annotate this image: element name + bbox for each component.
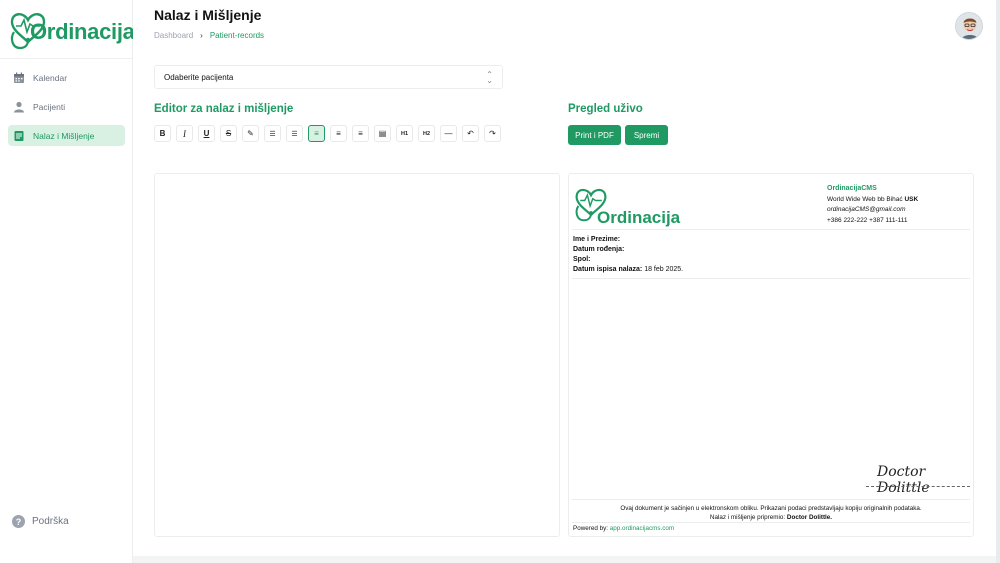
highlight-button[interactable]: ✎ (242, 125, 259, 142)
editor-heading: Editor za nalaz i mišljenje (154, 103, 294, 115)
redo-icon: ↷ (489, 129, 496, 138)
signature: Doctor Dolittle (877, 464, 930, 496)
underline-button[interactable]: U (198, 125, 215, 142)
sidebar-divider (0, 58, 133, 59)
field-print-date-label: Datum ispisa nalaza: (573, 266, 643, 273)
preview-logo: Ordinacija (573, 184, 683, 227)
print-pdf-button[interactable]: Print i PDF (568, 125, 621, 145)
italic-icon: I (183, 128, 186, 139)
document-icon (12, 129, 26, 143)
strikethrough-icon: S (225, 129, 232, 138)
editor-toolbar: B I U S ✎ ☰ ☰ ≡ ≡ ≡ ▤ H1 H2 — ↶ ↷ (154, 125, 506, 142)
chevron-right-icon: › (200, 31, 203, 40)
company-country: USK (904, 195, 919, 203)
sidebar-item-pacijenti[interactable]: Pacijenti (8, 96, 125, 117)
company-email: ordinacijaCMS@gmail.com (827, 206, 906, 213)
powered-by: Powered by: app.ordinacijacms.com (573, 525, 674, 532)
align-right-icon: ≡ (358, 129, 363, 138)
strikethrough-button[interactable]: S (220, 125, 237, 142)
brand-name: Ordinacija (30, 19, 135, 44)
sidebar-nav: Kalendar Pacijenti Nalaz i Mišljenje (8, 67, 125, 154)
align-center-icon: ≡ (336, 129, 341, 138)
bold-icon: B (159, 129, 166, 138)
align-justify-icon: ▤ (378, 129, 387, 138)
undo-icon: ↶ (467, 129, 474, 138)
editor-textarea[interactable] (154, 173, 560, 537)
calendar-icon (12, 71, 26, 85)
field-sex-label: Spol: (573, 256, 591, 263)
company-address: World Wide Web bb Bihać (827, 195, 903, 203)
company-info: OrdinacijaCMS World Wide Web bb Bihać US… (827, 184, 918, 226)
align-right-button[interactable]: ≡ (352, 125, 369, 142)
sidebar-item-label: Pacijenti (33, 101, 66, 112)
bold-button[interactable]: B (154, 125, 171, 142)
signature-line (866, 486, 970, 487)
footer-prepared-label: Nalaz i mišljenje pripremio: (709, 514, 786, 521)
preview-divider (572, 278, 970, 279)
field-dob-label: Datum rođenja: (573, 246, 625, 253)
patient-select[interactable]: Odaberite pacijenta ⌃ ⌄ (154, 65, 503, 89)
preview-divider (572, 499, 970, 500)
help-icon: ? (12, 515, 25, 528)
support-link[interactable]: ? Podrška (12, 515, 69, 528)
footer-prepared-by: Nalaz i mišljenje pripremio: Doctor Doli… (572, 513, 970, 522)
preview-divider (572, 522, 970, 523)
page-title: Nalaz i Mišljenje (154, 7, 262, 23)
preview-divider (572, 229, 970, 230)
field-print-date-value: 18 feb 2025. (644, 266, 684, 273)
heading-1-button[interactable]: H1 (396, 125, 413, 142)
bullet-list-icon: ☰ (269, 130, 276, 138)
field-name-label: Ime i Prezime: (573, 236, 621, 243)
sidebar: Ordinacija Kalendar Pacijenti Nalaz i Mi… (0, 0, 135, 563)
footer-disclaimer: Ovaj dokument je sačinjen u elektronskom… (620, 505, 922, 512)
redo-button[interactable]: ↷ (484, 125, 501, 142)
sidebar-item-kalendar[interactable]: Kalendar (8, 67, 125, 88)
company-phone: +386 222-222 +387 111-111 (827, 216, 908, 224)
sidebar-item-nalaz[interactable]: Nalaz i Mišljenje (8, 125, 125, 146)
save-button[interactable]: Spremi (625, 125, 668, 145)
ordered-list-button[interactable]: ☰ (286, 125, 303, 142)
pen-icon: ✎ (247, 129, 254, 138)
scrollbar[interactable] (996, 0, 1000, 563)
underline-icon: U (203, 129, 210, 138)
breadcrumb-current: Patient-records (209, 31, 265, 40)
sidebar-item-label: Kalendar (33, 72, 68, 83)
sidebar-item-label: Nalaz i Mišljenje (33, 130, 95, 141)
support-label: Podrška (32, 516, 69, 527)
chevron-updown-icon: ⌃ ⌄ (486, 70, 493, 85)
horizontal-rule-button[interactable]: — (440, 125, 457, 142)
company-name: OrdinacijaCMS (827, 185, 877, 192)
align-justify-button[interactable]: ▤ (374, 125, 391, 142)
ordered-list-icon: ☰ (291, 130, 298, 138)
bullet-list-button[interactable]: ☰ (264, 125, 281, 142)
preview-heading: Pregled uživo (568, 103, 643, 115)
user-icon (12, 100, 26, 114)
breadcrumb: Dashboard › Patient-records (154, 31, 264, 40)
heading-2-button[interactable]: H2 (418, 125, 435, 142)
preview-brand-name: Ordinacija (597, 208, 681, 227)
horizontal-rule-icon: — (444, 129, 453, 138)
patient-select-value: Odaberite pacijenta (164, 72, 234, 82)
align-center-button[interactable]: ≡ (330, 125, 347, 142)
undo-button[interactable]: ↶ (462, 125, 479, 142)
powered-by-label: Powered by: (573, 525, 609, 532)
patient-fields: Ime i Prezime: Datum rođenja: Spol: Datu… (573, 235, 683, 275)
heading-1-icon: H1 (400, 130, 409, 137)
footer-strip (133, 556, 1000, 563)
logo[interactable]: Ordinacija (8, 10, 135, 52)
main-content: Nalaz i Mišljenje Dashboard › Patient-re… (133, 0, 1000, 563)
avatar[interactable] (955, 12, 983, 40)
heading-2-icon: H2 (422, 130, 431, 137)
preview-footer: Ovaj dokument je sačinjen u elektronskom… (572, 504, 970, 522)
company-address-line: World Wide Web bb Bihać USK (827, 195, 918, 206)
live-preview: Ordinacija OrdinacijaCMS World Wide Web … (568, 173, 974, 537)
italic-button[interactable]: I (176, 125, 193, 142)
powered-by-link[interactable]: app.ordinacijacms.com (610, 525, 674, 532)
align-left-icon: ≡ (314, 129, 319, 138)
align-left-button[interactable]: ≡ (308, 125, 325, 142)
footer-prepared-name: Doctor Dolittle. (786, 514, 833, 521)
breadcrumb-dashboard[interactable]: Dashboard (154, 31, 193, 40)
